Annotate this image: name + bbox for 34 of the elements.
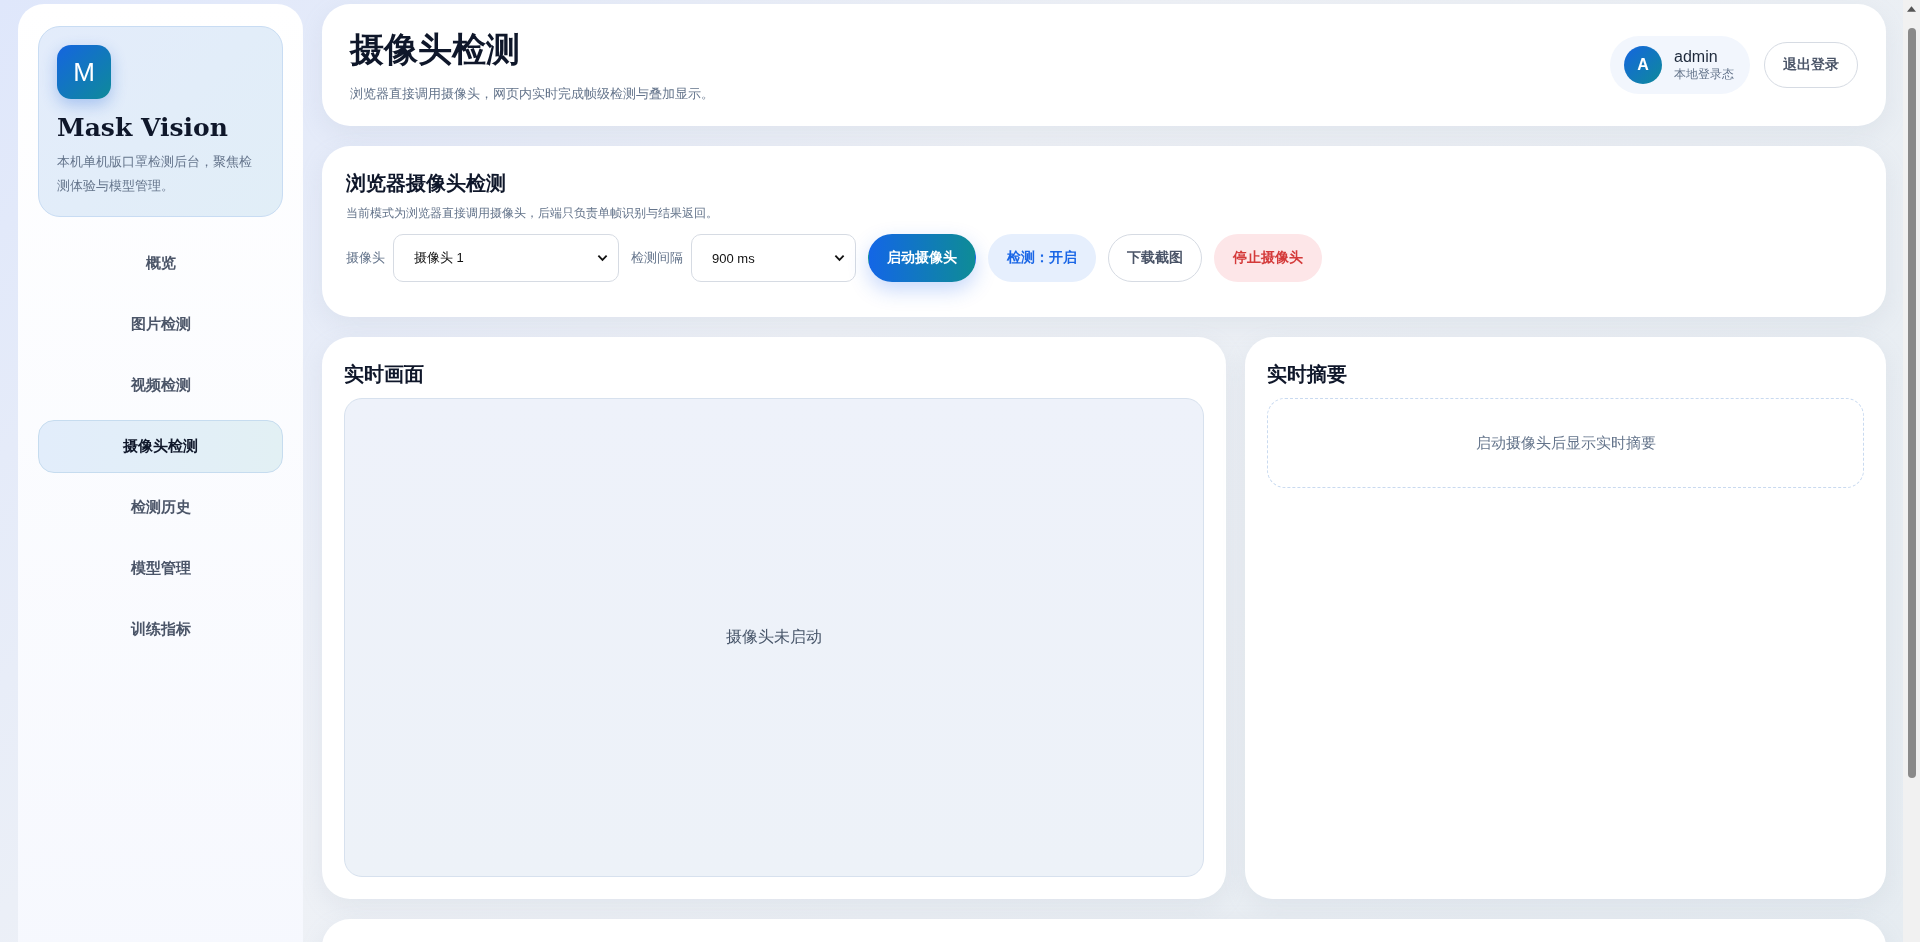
- nav-item[interactable]: 图片检测: [38, 298, 283, 351]
- card-title: 实时摘要: [1267, 362, 1348, 387]
- user-status: 本地登录态: [1674, 65, 1734, 83]
- brand-name: Mask Vision: [57, 113, 229, 142]
- avatar-icon: A: [1624, 46, 1662, 84]
- nav-item[interactable]: 视频检测: [38, 359, 283, 412]
- camera-label: 摄像头: [346, 249, 385, 267]
- panel-title: 浏览器摄像头检测: [346, 171, 507, 196]
- scroll-thumb[interactable]: [1907, 28, 1916, 778]
- nav-item[interactable]: 摄像头检测: [38, 420, 283, 473]
- chevron-icon: [597, 254, 608, 262]
- camera-preview-area: 摄像头未启动: [344, 398, 1204, 877]
- interval-label: 检测间隔: [631, 249, 683, 267]
- chevron-icon: [834, 254, 845, 262]
- page-subtitle: 浏览器直接调用摄像头，网页内实时完成帧级检测与叠加显示。: [350, 85, 714, 103]
- nav-item[interactable]: 概览: [38, 237, 283, 290]
- action-button[interactable]: 启动摄像头: [868, 234, 976, 282]
- nav-item[interactable]: 训练指标: [38, 603, 283, 656]
- camera-select[interactable]: 摄像头 1: [393, 234, 619, 282]
- nav-item[interactable]: 模型管理: [38, 542, 283, 595]
- nav-item[interactable]: 检测历史: [38, 481, 283, 534]
- user-name: admin: [1674, 47, 1719, 66]
- logout-button[interactable]: 退出登录: [1764, 42, 1858, 88]
- action-button[interactable]: 下载截图: [1108, 234, 1202, 282]
- interval-select[interactable]: 900 ms: [691, 234, 856, 282]
- action-button[interactable]: 停止摄像头: [1214, 234, 1322, 282]
- card-title: 实时画面: [344, 362, 425, 387]
- page-title: 摄像头检测: [350, 29, 521, 70]
- action-button[interactable]: 检测：开启: [988, 234, 1096, 282]
- empty-message: 启动摄像头后显示实时摘要: [1475, 433, 1656, 453]
- brand-description: 本机单机版口罩检测后台，聚焦检测体验与模型管理。: [57, 153, 253, 195]
- scroll-up-icon[interactable]: [1907, 6, 1916, 12]
- logo-icon: M: [57, 45, 111, 99]
- panel-description: 当前模式为浏览器直接调用摄像头，后端只负责单帧识别与结果返回。: [346, 205, 719, 222]
